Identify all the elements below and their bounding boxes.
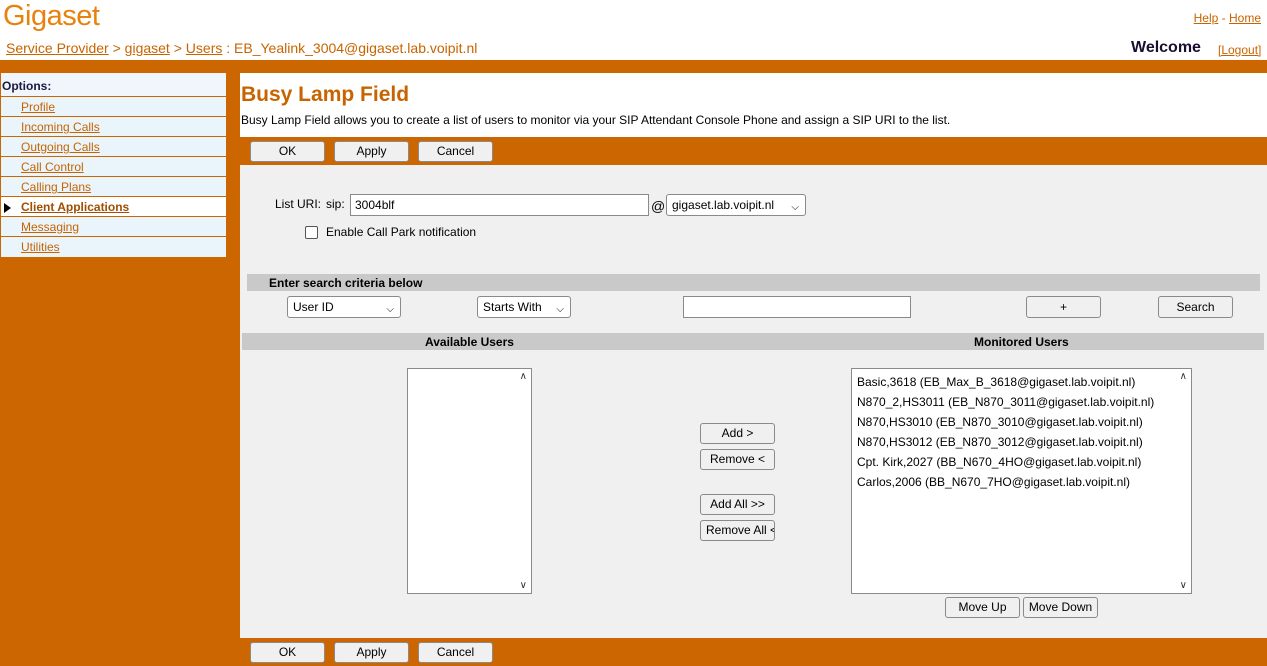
sidebar-item-messaging[interactable]: Messaging bbox=[1, 217, 226, 237]
sidebar-item-label[interactable]: Outgoing Calls bbox=[21, 140, 100, 154]
add-all-button[interactable]: Add All >> bbox=[700, 494, 775, 515]
sidebar-item-label[interactable]: Calling Plans bbox=[21, 180, 91, 194]
remove-button[interactable]: Remove < bbox=[700, 449, 775, 470]
list-item[interactable]: N870,HS3010 (EB_N870_3010@gigaset.lab.vo… bbox=[852, 412, 1191, 432]
domain-select-value: gigaset.lab.voipit.nl bbox=[672, 198, 775, 212]
search-input[interactable] bbox=[683, 296, 911, 318]
list-item[interactable]: N870_2,HS3011 (EB_N870_3011@gigaset.lab.… bbox=[852, 392, 1191, 412]
list-uri-label: List URI: bbox=[275, 197, 322, 211]
sidebar-item-label[interactable]: Utilities bbox=[21, 240, 60, 254]
cancel-button[interactable]: Cancel bbox=[418, 141, 493, 162]
sidebar-item-label[interactable]: Client Applications bbox=[21, 200, 129, 214]
cancel-button[interactable]: Cancel bbox=[418, 642, 493, 663]
sidebar-item-outgoing-calls[interactable]: Outgoing Calls bbox=[1, 137, 226, 157]
chevron-down-icon: ⌵ bbox=[556, 304, 564, 315]
search-mode-select[interactable]: Starts With ⌵ bbox=[477, 296, 571, 318]
breadcrumb-users[interactable]: Users bbox=[186, 40, 223, 56]
sidebar-item-utilities[interactable]: Utilities bbox=[1, 237, 226, 257]
top-links: Help - Home bbox=[1194, 11, 1261, 25]
sip-uri-input[interactable]: 3004blf bbox=[350, 194, 649, 216]
search-mode-value: Starts With bbox=[483, 300, 542, 314]
sidebar-item-label[interactable]: Profile bbox=[21, 100, 55, 114]
at-sign: @ bbox=[651, 198, 666, 214]
logout-link[interactable]: [Logout] bbox=[1218, 43, 1261, 57]
welcome-text: Welcome bbox=[1131, 39, 1201, 56]
apply-button[interactable]: Apply bbox=[334, 141, 409, 162]
breadcrumb: Service Provider > gigaset > Users : EB_… bbox=[6, 40, 477, 56]
current-page-arrow-icon bbox=[4, 203, 11, 213]
list-item[interactable]: Carlos,2006 (BB_N670_7HO@gigaset.lab.voi… bbox=[852, 472, 1191, 492]
chevron-down-icon: ⌵ bbox=[386, 304, 394, 315]
ok-button[interactable]: OK bbox=[250, 642, 325, 663]
bottom-button-bar: OK Apply Cancel bbox=[240, 638, 1267, 666]
call-park-label: Enable Call Park notification bbox=[326, 225, 477, 239]
available-users-list[interactable]: ∧ ∨ bbox=[407, 368, 532, 594]
search-criteria-header: Enter search criteria below bbox=[247, 274, 1260, 291]
breadcrumb-gigaset[interactable]: gigaset bbox=[125, 40, 170, 56]
apply-button[interactable]: Apply bbox=[334, 642, 409, 663]
sidebar-item-incoming-calls[interactable]: Incoming Calls bbox=[1, 117, 226, 137]
call-park-checkbox[interactable] bbox=[305, 226, 318, 239]
page-title: Busy Lamp Field bbox=[241, 83, 410, 106]
monitored-users-header: Monitored Users bbox=[974, 335, 1069, 349]
help-link[interactable]: Help bbox=[1194, 11, 1219, 25]
monitored-users-list[interactable]: Basic,3618 (EB_Max_B_3618@gigaset.lab.vo… bbox=[851, 368, 1192, 594]
page-description: Busy Lamp Field allows you to create a l… bbox=[241, 113, 951, 127]
sidebar-item-label[interactable]: Messaging bbox=[21, 220, 79, 234]
breadcrumb-service-provider[interactable]: Service Provider bbox=[6, 40, 109, 56]
top-button-bar: OK Apply Cancel bbox=[240, 137, 1267, 165]
scroll-down-icon[interactable]: ∨ bbox=[1180, 580, 1187, 591]
users-header-bar: Available Users Monitored Users bbox=[242, 333, 1264, 350]
sidebar-item-client-applications[interactable]: Client Applications bbox=[1, 197, 226, 217]
list-item[interactable]: N870,HS3012 (EB_N870_3012@gigaset.lab.vo… bbox=[852, 432, 1191, 452]
top-links-separator: - bbox=[1221, 11, 1226, 25]
sidebar-item-label[interactable]: Incoming Calls bbox=[21, 120, 100, 134]
chevron-down-icon: ⌵ bbox=[791, 202, 799, 213]
remove-all-button[interactable]: Remove All << bbox=[700, 520, 775, 541]
scroll-down-icon[interactable]: ∨ bbox=[520, 580, 527, 591]
search-button[interactable]: Search bbox=[1158, 296, 1233, 318]
sidebar: Options: Profile Incoming Calls Outgoing… bbox=[1, 73, 226, 258]
add-button[interactable]: Add > bbox=[700, 423, 775, 444]
available-users-header: Available Users bbox=[425, 335, 514, 349]
list-item[interactable]: Cpt. Kirk,2027 (BB_N670_4HO@gigaset.lab.… bbox=[852, 452, 1191, 472]
list-item[interactable]: Basic,3618 (EB_Max_B_3618@gigaset.lab.vo… bbox=[852, 372, 1191, 392]
home-link[interactable]: Home bbox=[1229, 11, 1261, 25]
sidebar-item-profile[interactable]: Profile bbox=[1, 97, 226, 117]
sidebar-item-label[interactable]: Call Control bbox=[21, 160, 84, 174]
header-divider bbox=[0, 60, 1267, 69]
gigaset-logo: Gigaset bbox=[3, 0, 100, 32]
scroll-up-icon[interactable]: ∧ bbox=[520, 371, 527, 382]
sidebar-item-calling-plans[interactable]: Calling Plans bbox=[1, 177, 226, 197]
sidebar-item-call-control[interactable]: Call Control bbox=[1, 157, 226, 177]
breadcrumb-separator: > bbox=[112, 40, 121, 56]
sip-label: sip: bbox=[326, 197, 345, 211]
search-field-value: User ID bbox=[293, 300, 334, 314]
ok-button[interactable]: OK bbox=[250, 141, 325, 162]
move-up-button[interactable]: Move Up bbox=[945, 597, 1020, 618]
breadcrumb-current-user: : EB_Yealink_3004@gigaset.lab.voipit.nl bbox=[226, 40, 478, 56]
add-criteria-button[interactable]: + bbox=[1026, 296, 1101, 318]
domain-select[interactable]: gigaset.lab.voipit.nl ⌵ bbox=[666, 194, 806, 216]
scroll-up-icon[interactable]: ∧ bbox=[1180, 371, 1187, 382]
sidebar-title: Options: bbox=[1, 73, 226, 97]
search-field-select[interactable]: User ID ⌵ bbox=[287, 296, 401, 318]
move-down-button[interactable]: Move Down bbox=[1023, 597, 1098, 618]
breadcrumb-separator: > bbox=[173, 40, 182, 56]
